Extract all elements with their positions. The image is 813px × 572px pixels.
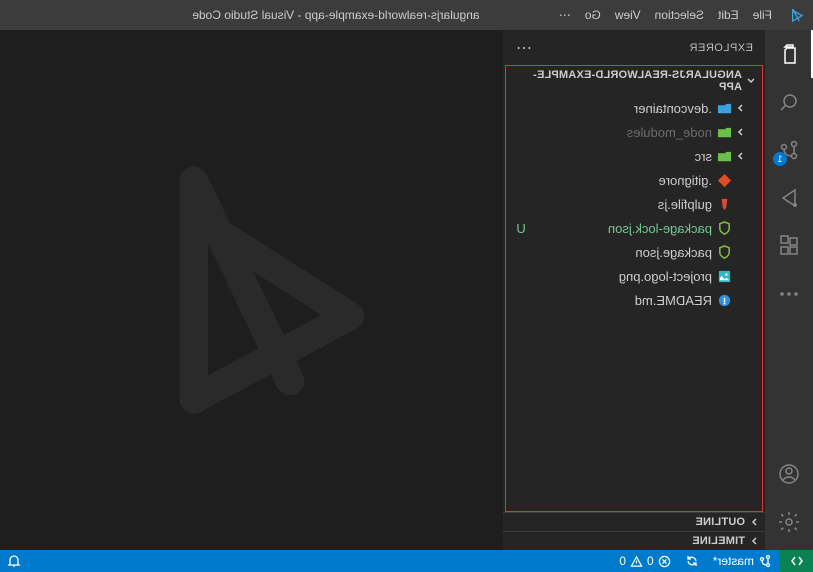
editor-area bbox=[0, 30, 503, 550]
status-bar: master* 0 0 bbox=[0, 550, 813, 572]
sidebar-header: EXPLORER ⋯ bbox=[503, 30, 765, 65]
file-row[interactable]: project-logo.png bbox=[506, 264, 762, 288]
folder-icon bbox=[716, 101, 734, 116]
folder-row[interactable]: src bbox=[506, 144, 762, 168]
remote-button[interactable] bbox=[779, 550, 813, 572]
activity-search[interactable] bbox=[765, 78, 813, 126]
file-row[interactable]: .gitignore bbox=[506, 168, 762, 192]
vscode-watermark-icon bbox=[122, 160, 382, 420]
sidebar-more-icon[interactable]: ⋯ bbox=[515, 38, 532, 58]
activity-extensions[interactable] bbox=[765, 222, 813, 270]
sidebar-title: EXPLORER bbox=[689, 42, 753, 54]
file-row[interactable]: README.md bbox=[506, 288, 762, 312]
chevron-right-icon bbox=[747, 517, 761, 527]
vscode-logo-icon bbox=[779, 7, 813, 23]
folder-label: node_modules bbox=[514, 125, 712, 140]
activity-accounts[interactable] bbox=[765, 450, 813, 498]
menu-go[interactable]: Go bbox=[578, 0, 608, 30]
folder-row[interactable]: node_modules bbox=[506, 120, 762, 144]
menu-view[interactable]: View bbox=[608, 0, 648, 30]
branch-name: master* bbox=[713, 554, 754, 568]
outline-section[interactable]: OUTLINE bbox=[503, 512, 765, 531]
chevron-right-icon bbox=[734, 103, 746, 113]
title-bar: File Edit Selection View Go ⋯ angularjs-… bbox=[0, 0, 813, 30]
menu-overflow[interactable]: ⋯ bbox=[552, 0, 578, 30]
file-tree: .devcontainer node_modulessrc .gitignore gu… bbox=[506, 96, 762, 511]
menu-bar: File Edit Selection View Go ⋯ bbox=[552, 0, 779, 30]
file-icon bbox=[716, 173, 734, 188]
file-label: .gitignore bbox=[514, 173, 712, 188]
folder-label: .devcontainer bbox=[514, 101, 712, 116]
git-status-badge: U bbox=[514, 221, 528, 236]
explorer-highlight: ANGULARJS-REALWORLD-EXAMPLE-APP .devcont… bbox=[505, 65, 763, 512]
file-row[interactable]: package-lock.jsonU bbox=[506, 216, 762, 240]
file-icon bbox=[716, 245, 734, 260]
menu-edit[interactable]: Edit bbox=[711, 0, 746, 30]
file-icon bbox=[716, 269, 734, 284]
outline-label: OUTLINE bbox=[695, 516, 745, 528]
chevron-down-icon bbox=[744, 76, 758, 86]
file-icon bbox=[716, 293, 734, 308]
sync-button[interactable] bbox=[678, 550, 706, 572]
activity-source-control[interactable]: 1 bbox=[765, 126, 813, 174]
folder-icon bbox=[716, 125, 734, 140]
file-label: project-logo.png bbox=[514, 269, 712, 284]
chevron-right-icon bbox=[734, 151, 746, 161]
menu-selection[interactable]: Selection bbox=[648, 0, 711, 30]
folder-icon bbox=[716, 149, 734, 164]
notifications-button[interactable] bbox=[0, 550, 28, 572]
chevron-right-icon bbox=[747, 536, 761, 546]
chevron-right-icon bbox=[734, 127, 746, 137]
activity-settings[interactable] bbox=[765, 498, 813, 546]
file-label: README.md bbox=[514, 293, 712, 308]
menu-file[interactable]: File bbox=[746, 0, 779, 30]
activity-bar: 1 bbox=[765, 30, 813, 550]
root-label: ANGULARJS-REALWORLD-EXAMPLE-APP bbox=[510, 69, 742, 93]
file-icon bbox=[716, 197, 734, 212]
errors-count: 0 bbox=[647, 554, 654, 568]
file-label: package.json bbox=[514, 245, 712, 260]
file-row[interactable]: package.json bbox=[506, 240, 762, 264]
branch-indicator[interactable]: master* bbox=[706, 550, 779, 572]
problems-indicator[interactable]: 0 0 bbox=[612, 550, 677, 572]
file-row[interactable]: gulpfile.js bbox=[506, 192, 762, 216]
activity-run-debug[interactable] bbox=[765, 174, 813, 222]
folder-row[interactable]: .devcontainer bbox=[506, 96, 762, 120]
sidebar: EXPLORER ⋯ ANGULARJS-REALWORLD-EXAMPLE-A… bbox=[503, 30, 765, 550]
window-title: angularjs-realworld-example-app - Visual… bbox=[0, 8, 552, 22]
file-label: package-lock.json bbox=[528, 221, 712, 236]
timeline-label: TIMELINE bbox=[692, 535, 745, 547]
activity-explorer[interactable] bbox=[765, 30, 813, 78]
source-control-badge: 1 bbox=[773, 152, 787, 166]
warnings-count: 0 bbox=[619, 554, 626, 568]
explorer-root[interactable]: ANGULARJS-REALWORLD-EXAMPLE-APP bbox=[506, 66, 762, 96]
folder-label: src bbox=[514, 149, 712, 164]
activity-more[interactable] bbox=[765, 270, 813, 318]
file-icon bbox=[716, 221, 734, 236]
timeline-section[interactable]: TIMELINE bbox=[503, 531, 765, 550]
file-label: gulpfile.js bbox=[514, 197, 712, 212]
